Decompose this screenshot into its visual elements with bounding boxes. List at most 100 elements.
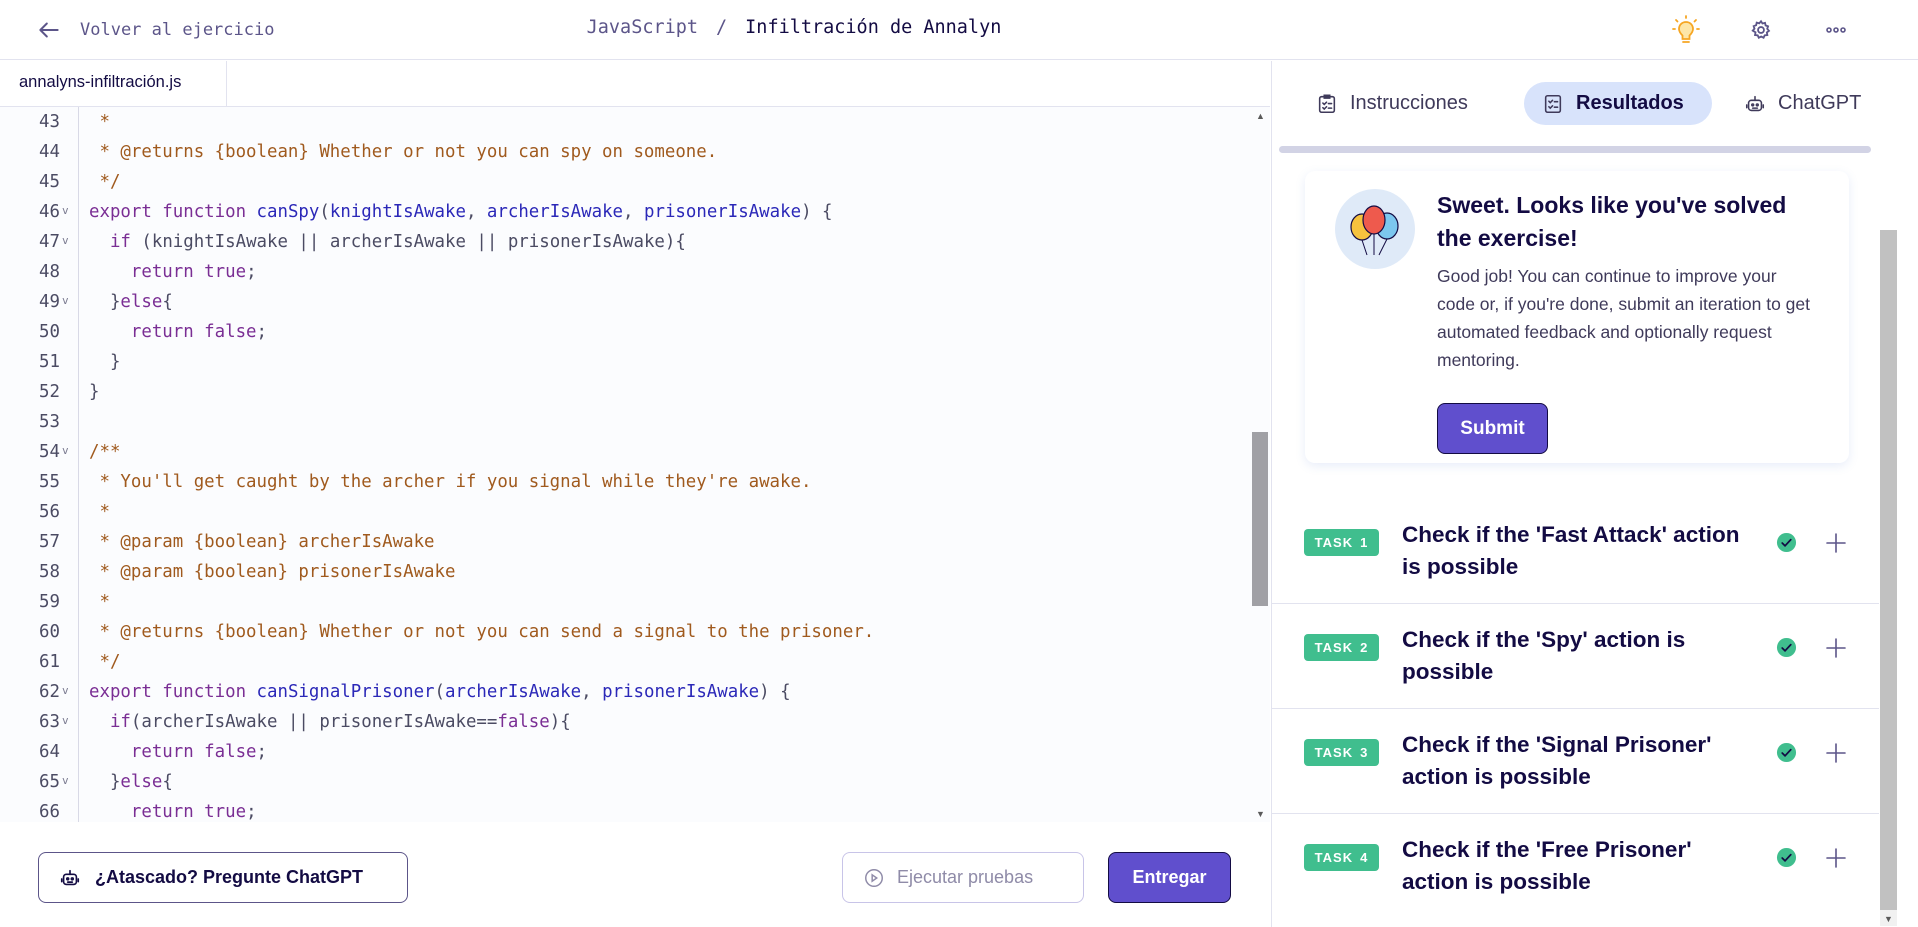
fold-toggle-icon[interactable]: v bbox=[62, 676, 69, 706]
code-line[interactable]: 62 v export function canSignalPrisoner(arc… bbox=[0, 677, 1250, 707]
tab-results[interactable]: Resultados bbox=[1524, 82, 1712, 125]
check-circle-icon bbox=[1776, 637, 1797, 658]
fold-toggle-icon[interactable]: v bbox=[62, 226, 69, 256]
fold-toggle-icon[interactable]: v bbox=[62, 196, 69, 226]
panel-scrollbar-thumb[interactable] bbox=[1880, 230, 1897, 910]
submit-iteration-label: Submit bbox=[1460, 417, 1525, 439]
code-line[interactable]: 48 return true; bbox=[0, 257, 1250, 287]
code-line[interactable]: 52} bbox=[0, 377, 1250, 407]
panel-scrollbar[interactable]: ▼ bbox=[1880, 230, 1897, 926]
line-number: 49 bbox=[39, 292, 60, 312]
code-line[interactable]: 66 return true; bbox=[0, 797, 1250, 822]
breadcrumb-separator: / bbox=[716, 17, 728, 38]
fold-toggle-icon[interactable]: v bbox=[62, 706, 69, 736]
code-line[interactable]: 51 } bbox=[0, 347, 1250, 377]
code-line[interactable]: 54 v /** bbox=[0, 437, 1250, 467]
submit-solution-button[interactable]: Entregar bbox=[1108, 852, 1231, 903]
settings-button[interactable] bbox=[1745, 14, 1777, 46]
results-panel: Instrucciones Resultados ChatGPT Sweet. … bbox=[1271, 61, 1918, 927]
check-circle-icon bbox=[1776, 742, 1797, 763]
submit-iteration-button[interactable]: Submit bbox=[1437, 403, 1548, 454]
task-badge-word: TASK bbox=[1314, 640, 1354, 655]
fold-toggle-icon[interactable]: v bbox=[62, 286, 69, 316]
lightbulb-icon bbox=[1672, 15, 1700, 43]
code-line[interactable]: 64 return false; bbox=[0, 737, 1250, 767]
task-number: 1 bbox=[1360, 535, 1369, 550]
task-item[interactable]: TASK 2 Check if the 'Spy' action is possi… bbox=[1272, 604, 1879, 709]
code-text: * @param {boolean} prisonerIsAwake bbox=[89, 562, 456, 582]
ask-chatgpt-button[interactable]: ¿Atascado? Pregunte ChatGPT bbox=[38, 852, 408, 903]
code-line[interactable]: 49 v }else{ bbox=[0, 287, 1250, 317]
breadcrumb-track[interactable]: JavaScript bbox=[587, 17, 698, 38]
line-number: 65 bbox=[39, 772, 60, 792]
more-button[interactable] bbox=[1820, 14, 1852, 46]
editor-scrollbar-thumb[interactable] bbox=[1252, 432, 1268, 606]
code-editor[interactable]: 43 * 44 * @returns {boolean} Whether or n… bbox=[0, 106, 1270, 822]
submit-solution-label: Entregar bbox=[1132, 867, 1207, 887]
code-text: if(archerIsAwake || prisonerIsAwake==fal… bbox=[109, 712, 571, 732]
code-line[interactable]: 57 * @param {boolean} archerIsAwake bbox=[0, 527, 1250, 557]
plus-icon[interactable] bbox=[1825, 742, 1847, 764]
code-line[interactable]: 59 * bbox=[0, 587, 1250, 617]
tab-chatgpt[interactable]: ChatGPT bbox=[1744, 82, 1884, 125]
plus-icon[interactable] bbox=[1825, 532, 1847, 554]
task-badge: TASK 1 bbox=[1304, 529, 1379, 556]
tab-instructions-label: Instrucciones bbox=[1350, 92, 1468, 114]
scroll-down-arrow-icon[interactable]: ▼ bbox=[1884, 914, 1893, 924]
task-badge: TASK 3 bbox=[1304, 739, 1379, 766]
code-line[interactable]: 56 * bbox=[0, 497, 1250, 527]
code-line[interactable]: 47 v if (knightIsAwake || archerIsAwake |… bbox=[0, 227, 1250, 257]
task-badge: TASK 4 bbox=[1304, 844, 1379, 871]
code-line[interactable]: 44 * @returns {boolean} Whether or not y… bbox=[0, 137, 1250, 167]
task-badge-word: TASK bbox=[1314, 850, 1354, 865]
run-tests-button[interactable]: Ejecutar pruebas bbox=[842, 852, 1084, 903]
task-badge: TASK 2 bbox=[1304, 634, 1379, 661]
code-line[interactable]: 61 */ bbox=[0, 647, 1250, 677]
tab-instructions[interactable]: Instrucciones bbox=[1316, 82, 1496, 125]
code-line[interactable]: 45 */ bbox=[0, 167, 1250, 197]
results-checklist-icon bbox=[1544, 94, 1562, 113]
code-line[interactable]: 58 * @param {boolean} prisonerIsAwake bbox=[0, 557, 1250, 587]
line-number: 51 bbox=[39, 352, 60, 372]
code-line[interactable]: 63 v if(archerIsAwake || prisonerIsAwake=… bbox=[0, 707, 1250, 737]
code-line[interactable]: 65 v }else{ bbox=[0, 767, 1250, 797]
code-line[interactable]: 53 bbox=[0, 407, 1250, 437]
scroll-up-arrow-icon[interactable]: ▲ bbox=[1256, 111, 1265, 121]
tab-results-label: Resultados bbox=[1576, 92, 1684, 114]
code-text: } bbox=[89, 382, 100, 402]
code-text: * You'll get caught by the archer if you… bbox=[89, 472, 812, 492]
line-number: 56 bbox=[39, 502, 60, 522]
plus-icon[interactable] bbox=[1825, 637, 1847, 659]
line-number: 66 bbox=[39, 802, 60, 822]
line-number: 47 bbox=[39, 232, 60, 252]
code-text: export function canSpy(knightIsAwake, ar… bbox=[89, 202, 833, 222]
ask-chatgpt-label: ¿Atascado? Pregunte ChatGPT bbox=[95, 867, 364, 887]
code-line[interactable]: 55 * You'll get caught by the archer if … bbox=[0, 467, 1250, 497]
hint-button[interactable] bbox=[1670, 14, 1702, 46]
code-line[interactable]: 50 return false; bbox=[0, 317, 1250, 347]
plus-icon[interactable] bbox=[1825, 847, 1847, 869]
line-number: 48 bbox=[39, 262, 60, 282]
code-area[interactable]: 43 * 44 * @returns {boolean} Whether or n… bbox=[0, 107, 1250, 822]
code-line[interactable]: 43 * bbox=[0, 107, 1250, 137]
tab-chatgpt-label: ChatGPT bbox=[1778, 92, 1862, 114]
breadcrumb-exercise: Infiltración de Annalyn bbox=[745, 17, 1002, 38]
code-text: * @returns {boolean} Whether or not you … bbox=[89, 142, 718, 162]
fold-toggle-icon[interactable]: v bbox=[62, 766, 69, 796]
line-number: 53 bbox=[39, 412, 60, 432]
code-text: */ bbox=[89, 652, 121, 672]
task-item[interactable]: TASK 1 Check if the 'Fast Attack' action … bbox=[1272, 499, 1879, 604]
code-text: * bbox=[89, 112, 110, 132]
task-item[interactable]: TASK 4 Check if the 'Free Prisoner' actio… bbox=[1272, 814, 1879, 919]
line-number: 50 bbox=[39, 322, 60, 342]
editor-scrollbar[interactable]: ▲ ▼ bbox=[1252, 107, 1268, 822]
file-tab[interactable]: annalyns-infiltración.js bbox=[0, 61, 227, 106]
code-line[interactable]: 60 * @returns {boolean} Whether or not y… bbox=[0, 617, 1250, 647]
code-line[interactable]: 46 v export function canSpy(knightIsAwake,… bbox=[0, 197, 1250, 227]
success-title: Sweet. Looks like you've solved the exer… bbox=[1437, 192, 1787, 251]
success-message: Good job! You can continue to improve yo… bbox=[1437, 266, 1811, 370]
scroll-down-arrow-icon[interactable]: ▼ bbox=[1256, 809, 1265, 819]
task-item[interactable]: TASK 3 Check if the 'Signal Prisoner' act… bbox=[1272, 709, 1879, 814]
fold-toggle-icon[interactable]: v bbox=[62, 436, 69, 466]
code-text: }else{ bbox=[89, 772, 173, 792]
